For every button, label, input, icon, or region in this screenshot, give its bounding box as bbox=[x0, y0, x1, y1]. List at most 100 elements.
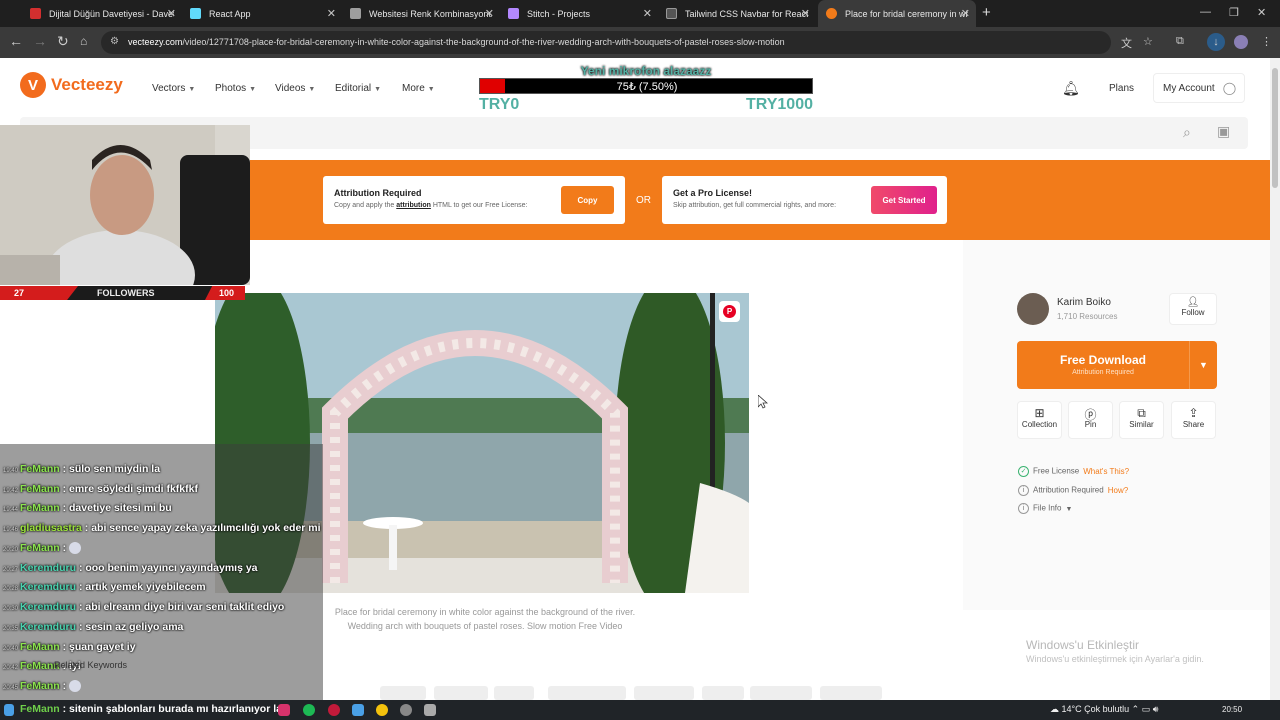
my-account-button[interactable]: My Account ◯ bbox=[1153, 73, 1245, 103]
vecteezy-logo[interactable]: V Vecteezy bbox=[20, 72, 123, 98]
chat-user: Keremduru bbox=[20, 562, 77, 574]
account-label: My Account bbox=[1163, 82, 1215, 94]
webcam-feed-image bbox=[0, 125, 250, 285]
chat-message: 20:35 Keremduru : sesin az geliyo ama bbox=[0, 621, 183, 641]
menu-editorial[interactable]: Editorial ▼ bbox=[335, 83, 381, 94]
keyword-chip[interactable] bbox=[380, 686, 426, 700]
browser-tab[interactable]: Stitch - Projects ✕ bbox=[500, 0, 658, 27]
close-window-icon[interactable]: ✕ bbox=[1257, 6, 1266, 19]
close-tab-icon[interactable]: ✕ bbox=[167, 7, 176, 20]
app-icon[interactable] bbox=[424, 704, 436, 716]
menu-more[interactable]: More ▼ bbox=[402, 83, 435, 94]
start-icon[interactable] bbox=[4, 704, 14, 716]
details-panel bbox=[963, 240, 1270, 610]
search-icon[interactable]: ⌕ bbox=[1183, 124, 1191, 141]
keyword-chip[interactable] bbox=[434, 686, 488, 700]
get-started-button[interactable]: Get Started bbox=[871, 186, 937, 214]
menu-photos[interactable]: Photos ▼ bbox=[215, 83, 256, 94]
spotify-icon[interactable] bbox=[303, 704, 315, 716]
new-tab-icon[interactable]: + bbox=[982, 4, 991, 21]
webcam-overlay bbox=[0, 125, 250, 285]
attribution-text: Copy and apply the attribution HTML to g… bbox=[334, 202, 528, 209]
close-tab-icon[interactable]: ✕ bbox=[801, 7, 810, 20]
translate-icon[interactable]: 文 bbox=[1121, 35, 1132, 51]
chat-message: 19:42 FeMann : emre söyledi şimdi fkfkfkf bbox=[0, 483, 198, 503]
instagram-icon[interactable] bbox=[278, 704, 290, 716]
bookmark-star-icon[interactable]: ☆ bbox=[1143, 35, 1153, 48]
page-scrollbar[interactable] bbox=[1270, 58, 1280, 700]
close-tab-icon[interactable]: ✕ bbox=[485, 7, 494, 20]
keyword-chip[interactable] bbox=[494, 686, 534, 700]
restore-icon[interactable]: ❐ bbox=[1229, 6, 1239, 19]
copy-button[interactable]: Copy bbox=[561, 186, 614, 214]
stream-chat-overlay: 19:40 FeMann : sülo sen miydin la 19:42 Fe… bbox=[0, 444, 323, 700]
chevron-down-icon: ▼ bbox=[1065, 505, 1073, 513]
free-download-button[interactable]: Free Download Attribution Required ▼ bbox=[1017, 341, 1217, 389]
check-circle-icon: ✓ bbox=[1018, 466, 1029, 477]
plans-link[interactable]: Plans bbox=[1109, 83, 1134, 94]
collection-button[interactable]: ⊞ Collection bbox=[1017, 401, 1062, 439]
attribution-link[interactable]: attribution bbox=[396, 202, 431, 209]
settings-icon[interactable] bbox=[400, 704, 412, 716]
chat-message: 19:46 gladiusastra : abi sence yapay zeka… bbox=[0, 522, 321, 542]
profile-avatar-icon[interactable] bbox=[1234, 35, 1248, 49]
keyword-chip[interactable] bbox=[548, 686, 626, 700]
menu-videos[interactable]: Videos ▼ bbox=[275, 83, 315, 94]
author-avatar[interactable] bbox=[1017, 293, 1049, 325]
browser-tab[interactable]: Websitesi Renk Kombinasyonu ✕ bbox=[342, 0, 500, 27]
how-link[interactable]: How? bbox=[1108, 486, 1128, 495]
clock[interactable]: 20:50 bbox=[1222, 705, 1242, 714]
tab-title: React App bbox=[209, 8, 251, 19]
windows-activation-title: Windows'u Etkinleştir bbox=[1026, 638, 1139, 652]
chat-text: : abi elreann diye biri var seni taklit … bbox=[78, 601, 285, 613]
close-tab-icon[interactable]: ✕ bbox=[327, 7, 336, 20]
browser-menu-icon[interactable]: ⋮ bbox=[1261, 35, 1272, 48]
browser-tab[interactable]: Tailwind CSS Navbar for React ✕ bbox=[658, 0, 816, 27]
share-button[interactable]: ⇪ Share bbox=[1171, 401, 1216, 439]
address-bar[interactable]: ⚙ vecteezy.com/video/12771708-place-for-… bbox=[101, 31, 1111, 54]
follow-label: Follow bbox=[1181, 308, 1205, 317]
download-icon[interactable]: ↓ bbox=[1207, 33, 1225, 51]
browser-tab-active[interactable]: Place for bridal ceremony in wh ✕ bbox=[818, 0, 976, 27]
followers-bar-left bbox=[0, 286, 78, 300]
author-name[interactable]: Karim Boiko bbox=[1057, 297, 1111, 308]
image-search-icon[interactable]: ▣ bbox=[1217, 123, 1230, 140]
close-tab-icon[interactable]: ✕ bbox=[961, 7, 970, 20]
forward-icon[interactable]: → bbox=[33, 33, 47, 49]
opera-icon[interactable] bbox=[328, 704, 340, 716]
keyword-chip[interactable] bbox=[702, 686, 744, 700]
chat-time: 19:42 bbox=[3, 488, 19, 494]
keyword-chip[interactable] bbox=[634, 686, 694, 700]
home-icon[interactable]: ⌂ bbox=[80, 34, 87, 48]
similar-button[interactable]: ⧉ Similar bbox=[1119, 401, 1164, 439]
keyword-chip[interactable] bbox=[750, 686, 812, 700]
attribution-label: Attribution Required bbox=[1033, 485, 1104, 495]
attribution-person-icon: i bbox=[1018, 485, 1029, 496]
menu-label: More bbox=[402, 83, 425, 94]
pinterest-save-button[interactable]: P bbox=[719, 301, 740, 322]
chevron-down-icon: ▼ bbox=[188, 86, 196, 93]
scrollbar-thumb[interactable] bbox=[1272, 68, 1278, 188]
related-keywords-heading: Related Keywords bbox=[54, 660, 128, 670]
close-tab-icon[interactable]: ✕ bbox=[643, 7, 652, 20]
whats-this-link[interactable]: What's This? bbox=[1083, 467, 1129, 476]
reload-icon[interactable]: ↻ bbox=[57, 33, 69, 50]
follow-button[interactable]: 👤︎ Follow bbox=[1169, 293, 1217, 325]
browser-tab[interactable]: Dijital Düğün Davetiyesi - Davet ✕ bbox=[22, 0, 182, 27]
minimize-icon[interactable]: — bbox=[1200, 6, 1211, 18]
keyword-chip[interactable] bbox=[820, 686, 882, 700]
menu-vectors[interactable]: Vectors ▼ bbox=[152, 83, 195, 94]
pin-button[interactable]: ⓟ Pin bbox=[1068, 401, 1113, 439]
download-options-chevron-icon[interactable]: ▼ bbox=[1189, 341, 1217, 389]
chrome-icon[interactable] bbox=[376, 704, 388, 716]
back-icon[interactable]: ← bbox=[9, 33, 23, 49]
chat-message: 20:20 FeMann : bbox=[0, 542, 82, 562]
desktop-app-icon[interactable] bbox=[352, 704, 364, 716]
file-info-toggle[interactable]: i File Info ▼ bbox=[1018, 503, 1072, 514]
notifications-bell-icon[interactable]: 🔔︎ bbox=[1062, 80, 1080, 97]
extensions-icon[interactable]: ⧉ bbox=[1176, 35, 1184, 48]
site-info-icon[interactable]: ⚙ bbox=[110, 36, 119, 47]
system-tray[interactable]: ☁ 14°C Çok bulutlu ⌃ ▭ 🔊︎ bbox=[1050, 704, 1158, 715]
browser-tab[interactable]: React App ✕ bbox=[182, 0, 342, 27]
chat-time: 20:42 bbox=[3, 665, 19, 671]
